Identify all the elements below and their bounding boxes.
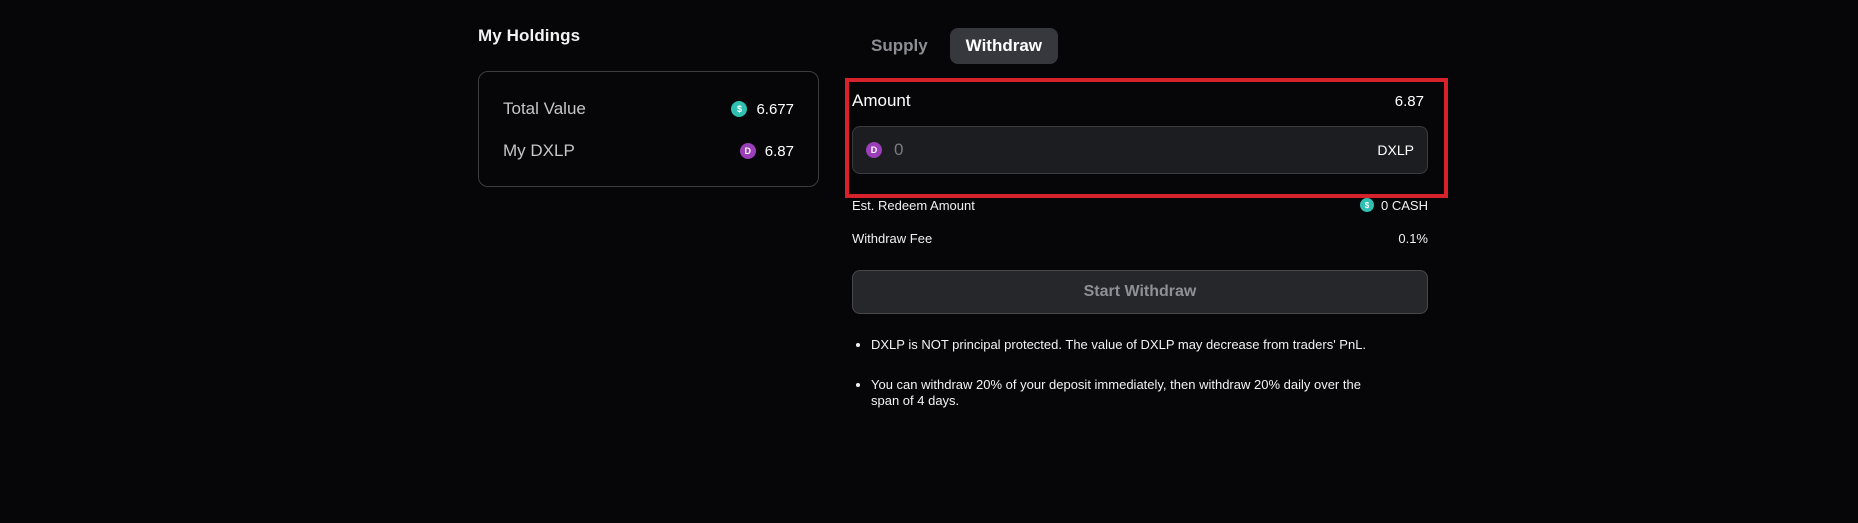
cash-coin-icon: $ [731,101,748,117]
withdraw-notes: DXLP is NOT principal protected. The val… [852,337,1391,433]
page: My Holdings Total Value $ 6.677 My DXLP … [0,0,1858,523]
withdraw-fee-label: Withdraw Fee [852,230,933,246]
est-redeem-row: Est. Redeem Amount $ 0 CASH [852,196,1428,214]
amount-input-box[interactable]: D DXLP [852,126,1428,174]
total-value-amount: 6.677 [756,100,794,118]
est-redeem-value-wrap: $ 0 CASH [1360,198,1428,213]
cash-coin-icon: $ [1360,198,1375,212]
holdings-title: My Holdings [478,26,581,45]
est-redeem-label: Est. Redeem Amount [852,197,975,213]
withdraw-fee-row: Withdraw Fee 0.1% [852,229,1428,247]
amount-label: Amount [852,91,911,110]
total-value-label: Total Value [503,99,586,118]
holdings-row-total-value: Total Value $ 6.677 [503,97,794,121]
holdings-row-my-dxlp: My DXLP D 6.87 [503,139,794,163]
total-value: $ 6.677 [731,101,794,118]
dxlp-coin-icon: D [739,143,756,159]
amount-header: Amount 6.87 [852,91,1424,111]
holdings-card: Total Value $ 6.677 My DXLP D 6.87 [478,71,819,187]
my-dxlp-value: D 6.87 [739,142,794,160]
note-item: DXLP is NOT principal protected. The val… [871,337,1391,353]
amount-input[interactable] [892,139,1378,161]
amount-max-balance[interactable]: 6.87 [1395,93,1424,110]
est-redeem-value: 0 CASH [1381,197,1428,213]
supply-withdraw-tabs: Supply Withdraw [855,28,1059,64]
withdraw-fee-value: 0.1% [1398,230,1428,246]
tab-withdraw[interactable]: Withdraw [949,28,1059,64]
note-item: You can withdraw 20% of your deposit imm… [871,377,1391,409]
start-withdraw-button[interactable]: Start Withdraw [852,270,1428,314]
my-dxlp-label: My DXLP [503,141,575,160]
dxlp-coin-icon: D [866,142,882,158]
my-dxlp-amount: 6.87 [764,142,794,160]
amount-unit: DXLP [1377,142,1414,158]
tab-supply[interactable]: Supply [855,28,944,64]
